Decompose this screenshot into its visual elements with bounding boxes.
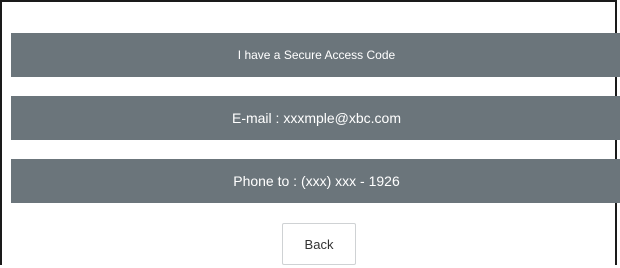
- email-option-label: E-mail : xxxmple@xbc.com: [231, 110, 402, 126]
- secure-access-code-option[interactable]: I have a Secure Access Code: [11, 33, 620, 77]
- back-button[interactable]: Back: [282, 223, 356, 265]
- phone-option-label: Phone to : (xxx) xxx - 1926: [233, 173, 400, 189]
- email-option[interactable]: E-mail : xxxmple@xbc.com: [11, 96, 620, 140]
- secure-access-code-label: I have a Secure Access Code: [237, 48, 396, 62]
- verification-panel: I have a Secure Access Code E-mail : xxx…: [0, 0, 620, 265]
- phone-option[interactable]: Phone to : (xxx) xxx - 1926: [11, 159, 620, 203]
